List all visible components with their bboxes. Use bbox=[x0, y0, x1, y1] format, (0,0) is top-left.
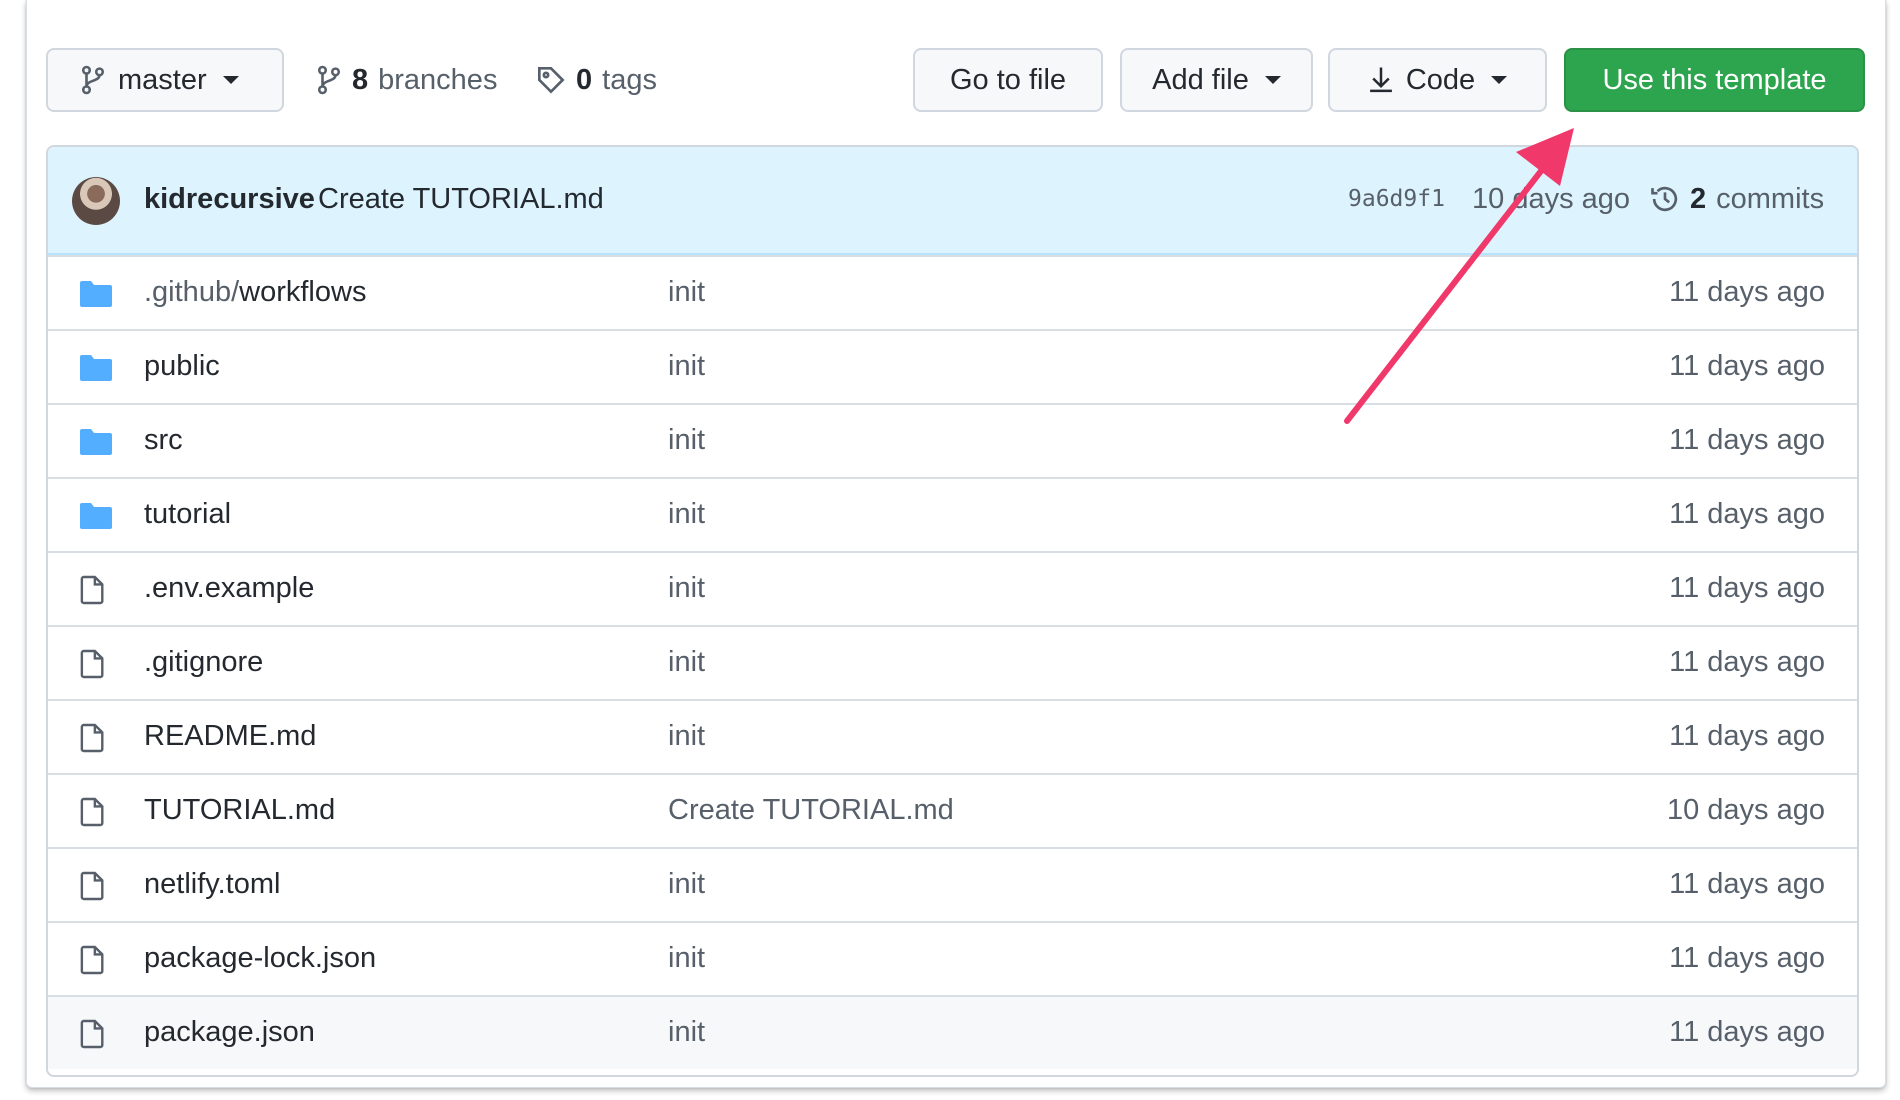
chevron-down-icon bbox=[222, 76, 239, 84]
commit-time: 10 days ago bbox=[1472, 183, 1631, 215]
file-icon bbox=[80, 649, 106, 684]
file-name[interactable]: src bbox=[144, 424, 183, 457]
file-name[interactable]: public bbox=[144, 350, 220, 383]
branch-name: master bbox=[118, 63, 207, 96]
file-name[interactable]: README.md bbox=[144, 720, 316, 753]
latest-commit-bar: kidrecursive Create TUTORIAL.md 9a6d9f1 … bbox=[48, 147, 1857, 255]
download-icon bbox=[1368, 66, 1394, 94]
file-row[interactable]: src init 11 days ago bbox=[48, 403, 1857, 477]
file-commit-message[interactable]: init bbox=[668, 572, 705, 605]
folder-icon bbox=[80, 501, 112, 534]
use-this-template-button[interactable]: Use this template bbox=[1564, 48, 1865, 112]
file-name[interactable]: package.json bbox=[144, 1016, 315, 1049]
file-commit-time: 11 days ago bbox=[1669, 720, 1825, 752]
folder-icon bbox=[80, 279, 112, 312]
branch-select-button[interactable]: master bbox=[46, 48, 284, 112]
git-branch-icon bbox=[316, 65, 342, 95]
tags-label: tags bbox=[602, 63, 657, 96]
history-icon bbox=[1650, 184, 1680, 214]
file-name-text: workflows bbox=[239, 276, 367, 308]
file-icon bbox=[80, 575, 106, 610]
code-label: Code bbox=[1405, 63, 1476, 96]
file-commit-time: 11 days ago bbox=[1669, 1016, 1825, 1048]
chevron-down-icon bbox=[1264, 76, 1281, 84]
file-name[interactable]: .env.example bbox=[144, 572, 314, 605]
avatar[interactable] bbox=[72, 177, 120, 225]
tag-icon bbox=[536, 65, 566, 95]
file-row[interactable]: .gitignore init 11 days ago bbox=[48, 625, 1857, 699]
go-to-file-button[interactable]: Go to file bbox=[913, 48, 1103, 112]
file-commit-message[interactable]: init bbox=[668, 498, 705, 531]
file-icon bbox=[80, 945, 106, 980]
file-icon bbox=[80, 797, 106, 832]
file-list: kidrecursive Create TUTORIAL.md 9a6d9f1 … bbox=[46, 145, 1859, 1077]
file-commit-message[interactable]: Create TUTORIAL.md bbox=[668, 794, 954, 827]
tags-count: 0 bbox=[576, 63, 593, 96]
file-commit-time: 10 days ago bbox=[1666, 794, 1825, 826]
file-commit-message[interactable]: init bbox=[668, 1016, 705, 1049]
file-commit-time: 11 days ago bbox=[1669, 350, 1825, 382]
file-commit-message[interactable]: init bbox=[668, 720, 705, 753]
file-row[interactable]: package.json init 11 days ago bbox=[48, 995, 1857, 1069]
repo-toolbar: master 8 branches 0 tags Go to file Add … bbox=[46, 48, 1865, 112]
add-file-label: Add file bbox=[1152, 63, 1249, 96]
git-branch-icon bbox=[80, 65, 106, 95]
file-row[interactable]: package-lock.json init 11 days ago bbox=[48, 921, 1857, 995]
file-name[interactable]: .gitignore bbox=[144, 646, 263, 679]
commit-message[interactable]: Create TUTORIAL.md bbox=[318, 183, 604, 216]
chevron-down-icon bbox=[1491, 76, 1508, 84]
file-commit-message[interactable]: init bbox=[668, 942, 705, 975]
use-this-template-label: Use this template bbox=[1602, 63, 1827, 96]
add-file-button[interactable]: Add file bbox=[1120, 48, 1313, 112]
branches-link[interactable]: 8 branches bbox=[316, 48, 497, 112]
file-row[interactable]: netlify.toml init 11 days ago bbox=[48, 847, 1857, 921]
file-row[interactable]: TUTORIAL.md Create TUTORIAL.md 10 days a… bbox=[48, 773, 1857, 847]
tags-link[interactable]: 0 tags bbox=[536, 48, 657, 112]
file-row[interactable]: .env.example init 11 days ago bbox=[48, 551, 1857, 625]
branches-count: 8 bbox=[352, 63, 369, 96]
go-to-file-label: Go to file bbox=[949, 63, 1067, 96]
commits-link[interactable]: 2 commits bbox=[1650, 177, 1824, 221]
file-name[interactable]: TUTORIAL.md bbox=[144, 794, 335, 827]
file-commit-message[interactable]: init bbox=[668, 276, 705, 309]
file-commit-time: 11 days ago bbox=[1669, 572, 1825, 604]
file-name[interactable]: netlify.toml bbox=[144, 868, 280, 901]
file-path-prefix: .github/ bbox=[144, 276, 240, 308]
file-commit-time: 11 days ago bbox=[1669, 646, 1825, 678]
file-row[interactable]: .github/workflows init 11 days ago bbox=[48, 255, 1857, 329]
file-commit-message[interactable]: init bbox=[668, 868, 705, 901]
file-icon bbox=[80, 1019, 106, 1054]
file-name[interactable]: .github/workflows bbox=[144, 276, 366, 309]
file-row[interactable]: tutorial init 11 days ago bbox=[48, 477, 1857, 551]
file-commit-time: 11 days ago bbox=[1669, 942, 1825, 974]
code-button[interactable]: Code bbox=[1328, 48, 1547, 112]
file-commit-time: 11 days ago bbox=[1669, 868, 1825, 900]
folder-icon bbox=[80, 427, 112, 460]
commit-author[interactable]: kidrecursive bbox=[144, 183, 315, 216]
file-name[interactable]: tutorial bbox=[144, 498, 231, 531]
file-row[interactable]: README.md init 11 days ago bbox=[48, 699, 1857, 773]
commit-sha[interactable]: 9a6d9f1 bbox=[1348, 186, 1445, 212]
file-row[interactable]: public init 11 days ago bbox=[48, 329, 1857, 403]
commit-count: 2 bbox=[1690, 182, 1707, 215]
file-icon bbox=[80, 871, 106, 906]
folder-icon bbox=[80, 353, 112, 386]
file-commit-message[interactable]: init bbox=[668, 646, 705, 679]
file-commit-message[interactable]: init bbox=[668, 350, 705, 383]
file-commit-time: 11 days ago bbox=[1669, 424, 1825, 456]
commit-count-label: commits bbox=[1716, 182, 1825, 215]
file-icon bbox=[80, 723, 106, 758]
file-commit-time: 11 days ago bbox=[1669, 276, 1825, 308]
branches-label: branches bbox=[378, 63, 498, 96]
file-name[interactable]: package-lock.json bbox=[144, 942, 376, 975]
file-commit-message[interactable]: init bbox=[668, 424, 705, 457]
file-commit-time: 11 days ago bbox=[1669, 498, 1825, 530]
